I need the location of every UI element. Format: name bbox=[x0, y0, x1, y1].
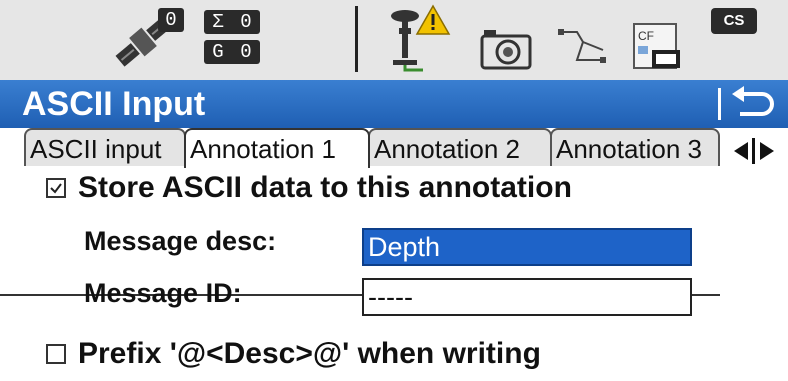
store-ascii-label: Store ASCII data to this annotation bbox=[78, 171, 572, 204]
message-id-label: Message ID: bbox=[84, 278, 242, 308]
sum-value: 0 bbox=[240, 11, 252, 33]
camera-icon[interactable] bbox=[478, 24, 534, 72]
antenna-warning-icon[interactable] bbox=[383, 4, 455, 76]
tab-scroll-left-icon[interactable] bbox=[728, 134, 752, 168]
prefix-desc-label: Prefix '@<Desc>@' when writing bbox=[78, 337, 541, 370]
title-bar: ASCII Input bbox=[0, 80, 788, 128]
tab-ascii-input[interactable]: ASCII input bbox=[24, 128, 186, 166]
line-sketch-icon[interactable] bbox=[555, 20, 611, 72]
message-desc-label: Message desc: bbox=[84, 226, 277, 256]
cf-card-icon[interactable]: CF bbox=[630, 20, 684, 72]
prefix-desc-checkbox[interactable]: Prefix '@<Desc>@' when writing bbox=[46, 334, 541, 374]
cs-badge[interactable]: CS bbox=[711, 8, 757, 34]
title-divider bbox=[718, 88, 721, 120]
svg-text:CF: CF bbox=[638, 29, 654, 43]
sum-symbol: Σ bbox=[212, 11, 224, 33]
g-value: 0 bbox=[240, 41, 252, 63]
status-bar: 0 Σ 0 G 0 CF CS bbox=[0, 0, 788, 80]
status-divider bbox=[355, 6, 358, 72]
tab-bar: ASCII input Annotation 2 Annotation 3 An… bbox=[0, 128, 788, 296]
message-id-field[interactable]: ----- bbox=[362, 278, 692, 316]
message-desc-field[interactable]: Depth bbox=[362, 228, 692, 266]
store-ascii-checkbox[interactable]: Store ASCII data to this annotation bbox=[46, 168, 572, 208]
tab-annotation-3[interactable]: Annotation 3 bbox=[550, 128, 720, 166]
satellite-count: 0 bbox=[158, 8, 184, 32]
tab-arrow-divider bbox=[752, 138, 755, 164]
back-icon[interactable] bbox=[726, 82, 782, 126]
sum-indicator: Σ 0 bbox=[204, 10, 260, 34]
tab-scroll-right-icon[interactable] bbox=[756, 134, 780, 168]
g-indicator: G 0 bbox=[204, 40, 260, 64]
checkbox-unchecked-icon[interactable] bbox=[46, 344, 66, 364]
checkbox-checked-icon[interactable] bbox=[46, 178, 66, 198]
tab-annotation-1[interactable]: Annotation 1 bbox=[184, 128, 370, 168]
g-label: G bbox=[212, 41, 224, 63]
tab-annotation-2[interactable]: Annotation 2 bbox=[368, 128, 552, 166]
page-title: ASCII Input bbox=[22, 85, 206, 123]
